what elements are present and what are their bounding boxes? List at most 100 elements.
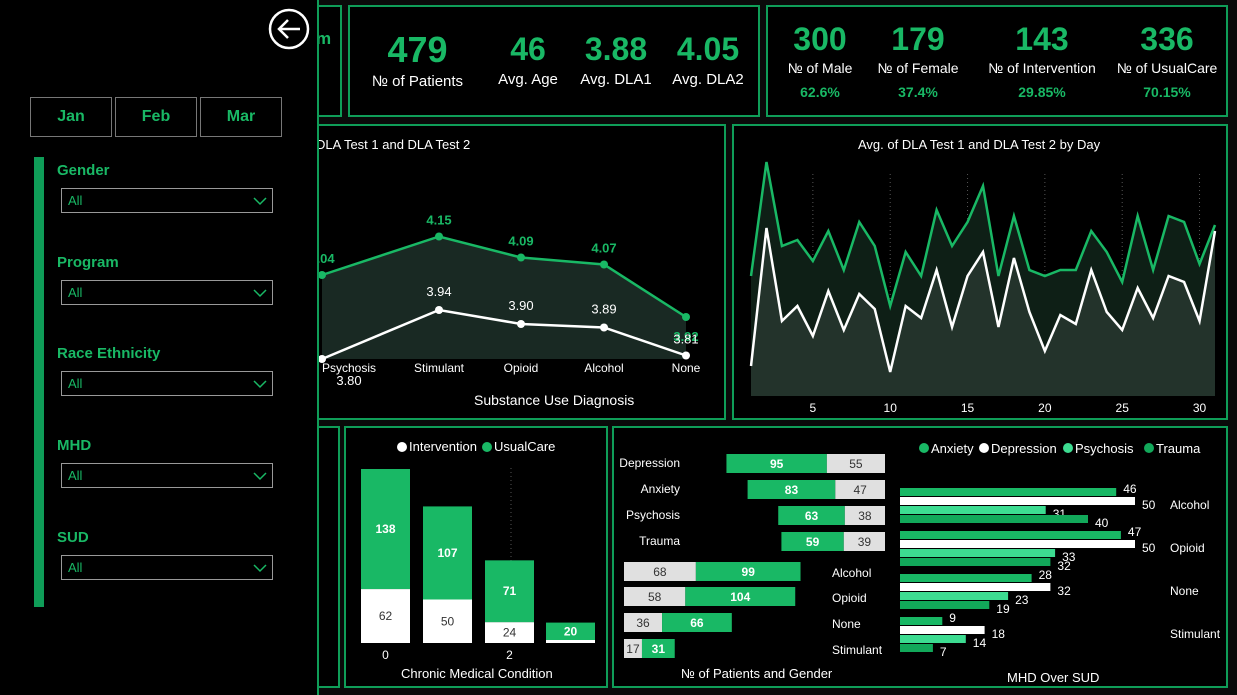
mhd-over-sud-xlabel: MHD Over SUD (1007, 670, 1100, 685)
kpi-female-value: 179 (891, 21, 945, 57)
dla-by-substance-chart: 4.043.80Psychosis4.153.94Stimulant4.093.… (309, 213, 701, 389)
legend-intervention-marker (397, 442, 407, 452)
legend-usualcare-marker (482, 442, 492, 452)
x-tick-label: Opioid (504, 361, 539, 375)
kpi-avg-dla2-value: 4.05 (676, 31, 740, 67)
bar-depression (900, 583, 1051, 591)
bar-gray-label: 68 (653, 565, 667, 579)
dla2-point (435, 232, 443, 241)
bar-gray-label: 38 (858, 509, 872, 523)
x-tick-label: 0 (382, 648, 389, 662)
sud-category-label: Stimulant (832, 643, 883, 657)
dla1-point (517, 320, 525, 328)
bar-trauma (900, 558, 1051, 566)
filter-label-race-ethnicity: Race Ethnicity (57, 345, 161, 362)
kpi-female-label: № of Female (877, 60, 959, 76)
dla-by-day-chart: 5 10 15 20 25 30 (749, 161, 1217, 415)
dla2-point (517, 253, 525, 262)
kpi-avg-dla2-label: Avg. DLA2 (672, 71, 744, 88)
kpi-intervention-label: № of Intervention (988, 60, 1096, 76)
bar-value-label: 9 (949, 611, 956, 625)
gender-dropdown[interactable]: All (61, 188, 273, 213)
bar-value-label: 32 (1057, 584, 1071, 598)
bar-trauma (900, 601, 990, 609)
mhd-category-label: Depression (619, 456, 680, 470)
bar-depression (900, 626, 985, 634)
bar-usualcare-label: 138 (375, 522, 395, 536)
x-tick-label: 25 (1116, 401, 1130, 415)
mhd-category-label: Trauma (639, 534, 680, 548)
bar-gray-label: 47 (853, 483, 867, 497)
dla-by-substance-xlabel: Substance Use Diagnosis (474, 392, 635, 408)
kpi-male-value: 300 (793, 21, 847, 57)
bar-gray-label: 58 (648, 590, 662, 604)
x-tick-label: Alcohol (584, 361, 623, 375)
bar-green-label: 99 (742, 565, 756, 579)
sud-dropdown-value: All (68, 560, 83, 575)
race-ethnicity-dropdown[interactable]: All (61, 371, 273, 396)
legend-marker (1063, 443, 1073, 453)
back-arrow-icon[interactable] (268, 8, 310, 50)
x-tick-label: Psychosis (322, 361, 376, 375)
legend-marker (979, 443, 989, 453)
bar-value-label: 47 (1128, 525, 1142, 539)
kpi-intervention-pct: 29.85% (1018, 84, 1066, 100)
chevron-down-icon (253, 472, 267, 481)
mhd-dropdown[interactable]: All (61, 463, 273, 488)
bar-gray-label: 17 (626, 642, 640, 656)
category-label: Stimulant (1170, 627, 1221, 641)
bar-green-label: 63 (805, 509, 819, 523)
legend-usualcare-label: UsualCare (494, 439, 555, 454)
dla1-data-label: 3.94 (426, 284, 451, 299)
category-label: None (1170, 584, 1199, 598)
kpi-avg-age-value: 46 (510, 31, 546, 67)
filter-label-program: Program (57, 254, 119, 271)
bar-anxiety (900, 488, 1117, 496)
kpi-avg-dla1-value: 3.88 (584, 31, 648, 67)
bar-anxiety (900, 574, 1032, 582)
mhd-category-label: Anxiety (641, 482, 680, 496)
bar-value-label: 18 (992, 627, 1006, 641)
kpi-panel-overview: 479 № of Patients 46 Avg. Age 3.88 Avg. … (348, 5, 760, 117)
filter-label-gender: Gender (57, 162, 110, 179)
chevron-down-icon (253, 289, 267, 298)
dla1-data-label: 3.80 (336, 373, 361, 388)
kpi-male-pct: 62.6% (800, 84, 840, 100)
bar-usualcare-label: 71 (503, 584, 517, 598)
bar-intervention (546, 640, 595, 643)
patients-gender-chart: Depression 95 55 Anxiety 83 47 Psychosis 63 38 Tr… (619, 454, 885, 658)
month-button-jan[interactable]: Jan (30, 97, 112, 137)
bar-green-label: 66 (690, 616, 704, 630)
sud-dropdown[interactable]: All (61, 555, 273, 580)
chevron-down-icon (253, 197, 267, 206)
month-button-feb[interactable]: Feb (115, 97, 197, 137)
bar-value-label: 32 (1057, 559, 1071, 573)
program-dropdown[interactable]: All (61, 280, 273, 305)
x-tick-label: None (672, 361, 701, 375)
bar-psychosis (900, 592, 1009, 600)
bar-usualcare-label: 20 (564, 624, 578, 638)
kpi-usualcare-pct: 70.15% (1143, 84, 1191, 100)
kpi-avg-age-label: Avg. Age (498, 71, 558, 88)
legend-label: Psychosis (1075, 441, 1134, 456)
kpi-female-pct: 37.4% (898, 84, 938, 100)
chevron-down-icon (253, 564, 267, 573)
kpi-usualcare-value: 336 (1140, 21, 1194, 57)
bar-anxiety (900, 617, 943, 625)
legend-intervention-label: Intervention (409, 439, 477, 454)
bar-psychosis (900, 549, 1056, 557)
month-button-mar[interactable]: Mar (200, 97, 282, 137)
x-tick-label: 2 (506, 648, 513, 662)
x-tick-label: 5 (810, 401, 817, 415)
bar-trauma (900, 515, 1088, 523)
bar-depression (900, 540, 1135, 548)
dla2-point (682, 313, 690, 321)
x-tick-label: 10 (884, 401, 898, 415)
mhd-dropdown-value: All (68, 468, 83, 483)
kpi-avg-dla1-label: Avg. DLA1 (580, 71, 652, 88)
sud-category-label: Opioid (832, 591, 867, 605)
sud-category-label: None (832, 617, 861, 631)
bar-green-label: 95 (770, 457, 784, 471)
bar-depression (900, 497, 1135, 505)
bar-value-label: 28 (1039, 568, 1053, 582)
